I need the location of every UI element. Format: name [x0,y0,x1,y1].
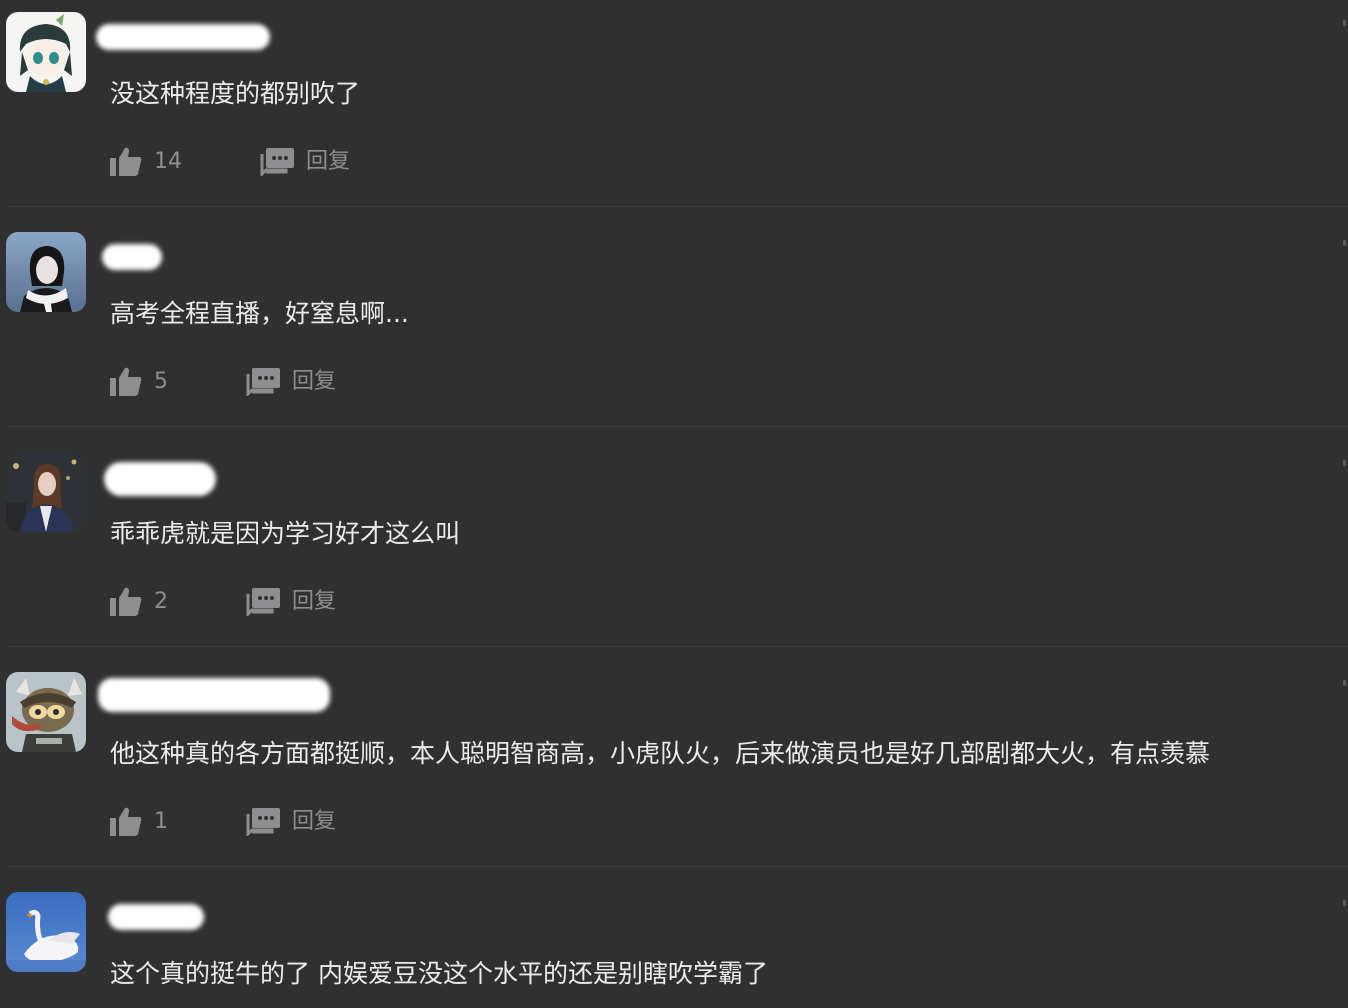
comment-item: 他这种真的各方面都挺顺，本人聪明智商高，小虎队火，后来做演员也是好几部剧都大火，… [0,660,1348,880]
reply-button[interactable]: 回复 [306,146,350,178]
comment-text: 高考全程直播，好窒息啊... [110,299,409,328]
thumbs-up-icon[interactable] [110,806,142,836]
divider [6,426,1348,427]
comment-text: 乖乖虎就是因为学习好才这么叫 [110,519,461,548]
avatar[interactable] [6,672,86,752]
more-options-icon[interactable] [1343,240,1346,246]
comment-text: 他这种真的各方面都挺顺，本人聪明智商高，小虎队火，后来做演员也是好几部剧都大火，… [110,739,1211,768]
more-options-icon[interactable] [1343,900,1346,906]
like-count: 2 [154,589,168,614]
reply-button[interactable]: 回复 [292,366,336,398]
username-redacted [108,904,204,930]
avatar[interactable] [6,892,86,972]
anime-boy-avatar-icon [6,12,86,92]
girl-photo-avatar-icon [6,452,86,532]
divider [6,206,1348,207]
username-redacted [104,462,216,496]
divider [6,646,1348,647]
more-options-icon[interactable] [1343,460,1346,466]
reply-bubble-icon[interactable] [246,368,280,396]
cartoon-character-avatar-icon [6,672,86,752]
swan-avatar-icon [6,892,86,972]
like-count: 1 [154,809,168,834]
avatar[interactable] [6,452,86,532]
avatar[interactable] [6,232,86,312]
more-options-icon[interactable] [1343,680,1346,686]
comment-actions: 14 回复 [110,142,510,182]
username-redacted [102,244,162,270]
comment-text: 这个真的挺牛的了 内娱爱豆没这个水平的还是别瞎吹学霸了 [110,959,768,988]
username-redacted [96,24,270,50]
comment-item: 没这种程度的都别吹了 14 回复 [0,0,1348,220]
reply-bubble-icon[interactable] [260,148,294,176]
comment-item: 这个真的挺牛的了 内娱爱豆没这个水平的还是别瞎吹学霸了 [0,880,1348,1008]
comment-item: 高考全程直播，好窒息啊... 5 回复 [0,220,1348,440]
reply-button[interactable]: 回复 [292,586,336,618]
reply-bubble-icon[interactable] [246,588,280,616]
like-count: 14 [154,149,182,174]
more-options-icon[interactable] [1343,20,1346,26]
divider [6,866,1348,867]
reply-bubble-icon[interactable] [246,808,280,836]
comment-item: 乖乖虎就是因为学习好才这么叫 2 回复 [0,440,1348,660]
like-count: 5 [154,369,168,394]
comment-text: 没这种程度的都别吹了 [110,79,361,108]
comment-list: 没这种程度的都别吹了 14 回复 高考全程直播，好窒息啊... 5 回复 乖乖虎… [0,0,1348,1008]
avatar[interactable] [6,12,86,92]
reply-button[interactable]: 回复 [292,806,336,838]
comment-actions: 5 回复 [110,362,510,402]
comment-actions: 2 回复 [110,582,510,622]
username-redacted [98,678,330,712]
thumbs-up-icon[interactable] [110,366,142,396]
girl-scarf-avatar-icon [6,232,86,312]
thumbs-up-icon[interactable] [110,586,142,616]
comment-actions: 1 回复 [110,802,510,842]
thumbs-up-icon[interactable] [110,146,142,176]
